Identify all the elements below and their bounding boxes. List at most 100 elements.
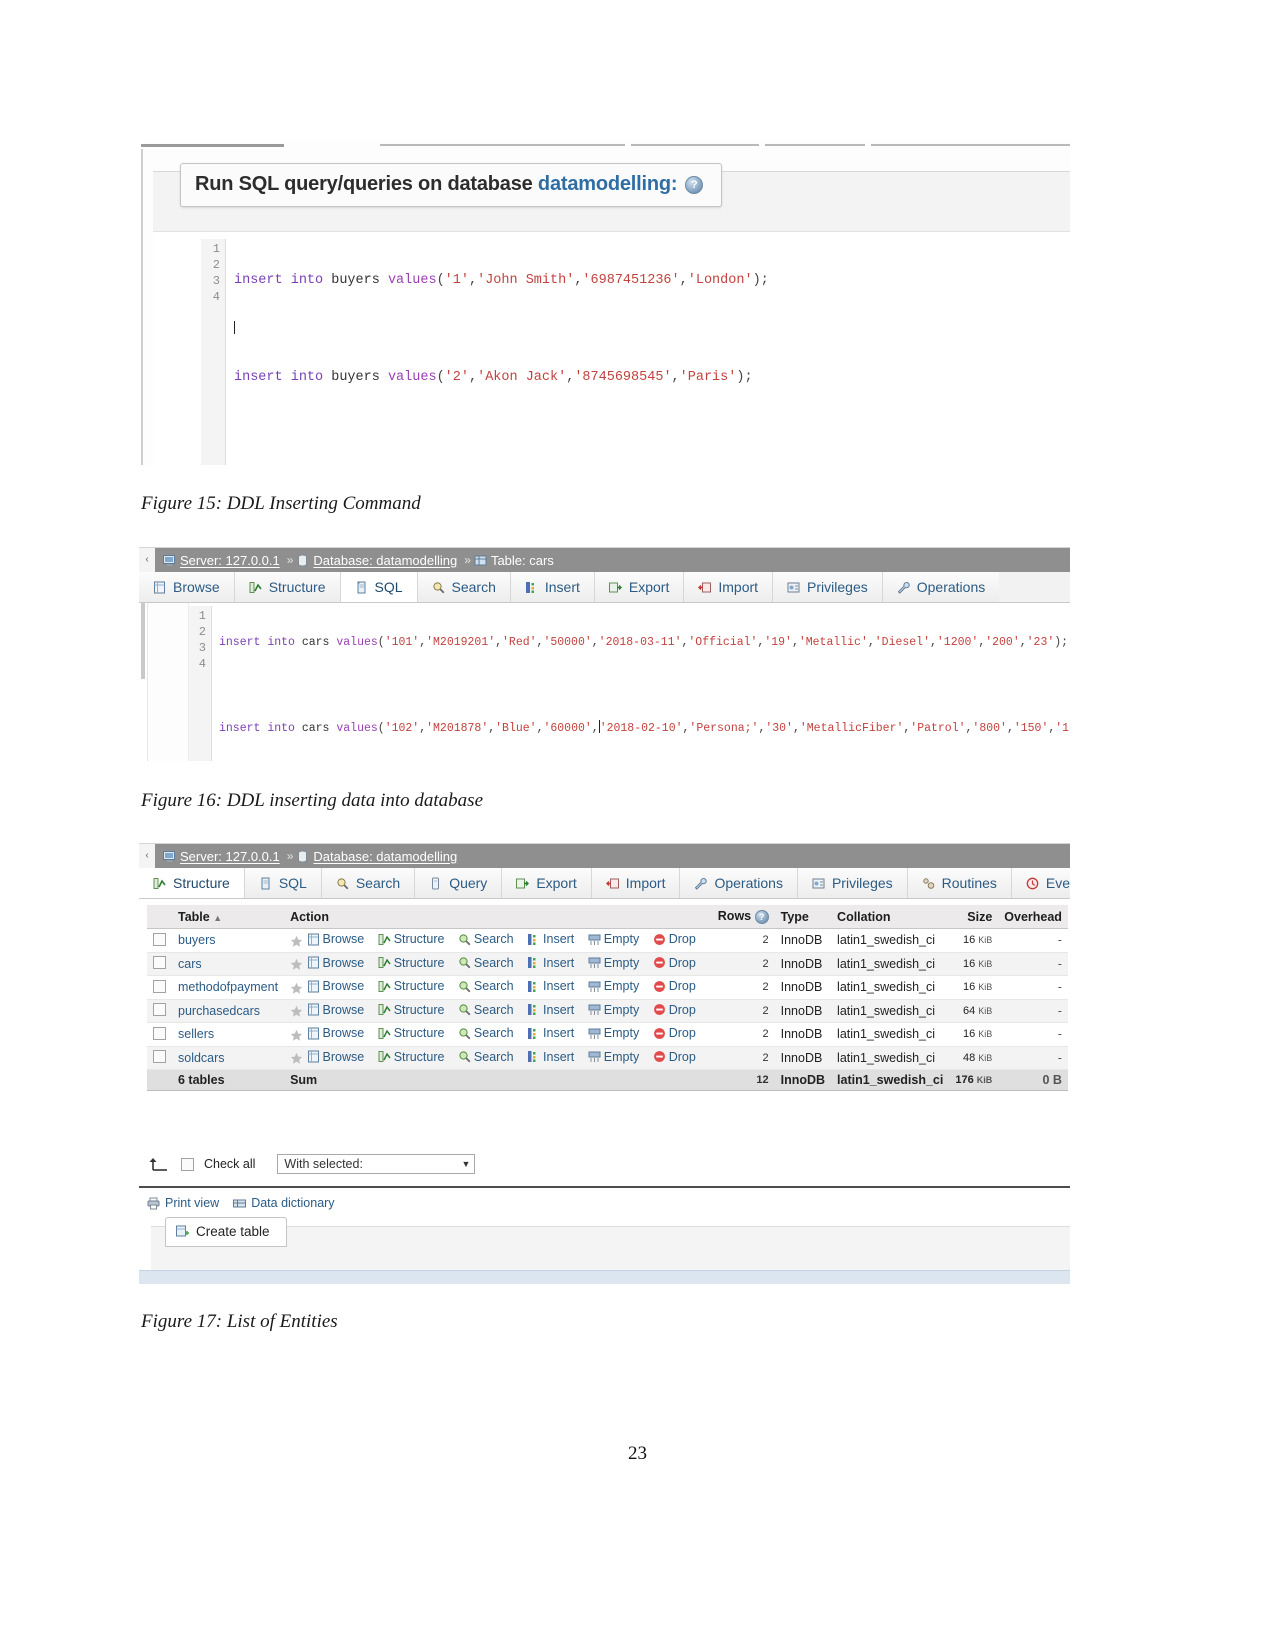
action-structure[interactable]: Structure: [378, 979, 444, 993]
row-select-cell[interactable]: [147, 1022, 172, 1047]
row-select-cell[interactable]: [147, 952, 172, 976]
row-name-cell[interactable]: methodofpayment: [172, 975, 285, 1000]
rows-help-icon[interactable]: ?: [754, 910, 769, 924]
action-empty[interactable]: Empty: [588, 979, 639, 993]
row-checkbox[interactable]: [153, 979, 166, 993]
action-search[interactable]: Search: [458, 1026, 514, 1040]
action-drop[interactable]: Drop: [653, 1050, 696, 1064]
header-size[interactable]: Size: [949, 905, 999, 929]
action-drop[interactable]: Drop: [653, 932, 696, 946]
header-type[interactable]: Type: [774, 905, 832, 929]
header-collation[interactable]: Collation: [831, 905, 950, 929]
tab-insert[interactable]: Insert: [510, 572, 595, 602]
favorite-star-icon[interactable]: [290, 958, 303, 971]
action-structure[interactable]: Structure: [378, 956, 444, 970]
action-insert[interactable]: Insert: [527, 1050, 574, 1064]
row-select-cell[interactable]: [147, 1046, 172, 1070]
tab-routines[interactable]: Routines: [907, 868, 1012, 898]
favorite-star-icon[interactable]: [290, 935, 303, 948]
tab-sql[interactable]: SQL: [244, 868, 322, 898]
tab-search[interactable]: Search: [321, 868, 416, 898]
action-browse[interactable]: Browse: [307, 932, 364, 946]
action-browse[interactable]: Browse: [307, 1026, 364, 1040]
tab-operations[interactable]: Operations: [680, 868, 798, 898]
row-name-cell[interactable]: purchasedcars: [172, 999, 285, 1023]
action-insert[interactable]: Insert: [527, 1026, 574, 1040]
favorite-star-icon[interactable]: [290, 1005, 303, 1018]
header-table[interactable]: Table ▲: [172, 905, 285, 929]
tab-sql[interactable]: SQL: [340, 572, 418, 602]
collapse-sidebar-button[interactable]: ‹: [139, 844, 155, 868]
action-search[interactable]: Search: [458, 956, 514, 970]
action-insert[interactable]: Insert: [527, 956, 574, 970]
row-checkbox[interactable]: [153, 956, 166, 970]
with-selected-dropdown[interactable]: With selected: ▼: [277, 1154, 476, 1174]
row-name-cell[interactable]: cars: [172, 952, 285, 976]
action-empty[interactable]: Empty: [588, 1050, 639, 1064]
action-structure[interactable]: Structure: [378, 1050, 444, 1064]
fig15-sql-code[interactable]: insert into buyers values('1','John Smit…: [234, 241, 769, 418]
vertical-scrollbar-thumb[interactable]: [141, 603, 145, 679]
action-empty[interactable]: Empty: [588, 1003, 639, 1017]
action-search[interactable]: Search: [458, 1050, 514, 1064]
action-empty[interactable]: Empty: [588, 932, 639, 946]
row-checkbox[interactable]: [153, 1026, 166, 1040]
row-select-cell[interactable]: [147, 928, 172, 953]
favorite-star-icon[interactable]: [290, 982, 303, 995]
action-browse[interactable]: Browse: [307, 979, 364, 993]
tab-export[interactable]: Export: [502, 868, 592, 898]
action-structure[interactable]: Structure: [378, 932, 444, 946]
row-name-cell[interactable]: soldcars: [172, 1046, 285, 1070]
action-empty[interactable]: Empty: [588, 1026, 639, 1040]
header-overhead[interactable]: Overhead: [998, 905, 1068, 929]
action-drop[interactable]: Drop: [653, 956, 696, 970]
action-insert[interactable]: Insert: [527, 1003, 574, 1017]
action-search[interactable]: Search: [458, 1003, 514, 1017]
tab-browse[interactable]: Browse: [139, 572, 235, 602]
action-browse[interactable]: Browse: [307, 1050, 364, 1064]
action-drop[interactable]: Drop: [653, 1026, 696, 1040]
help-icon[interactable]: ?: [685, 175, 704, 194]
tab-operations[interactable]: Operations: [882, 572, 1000, 602]
tab-search[interactable]: Search: [417, 572, 511, 602]
action-empty[interactable]: Empty: [588, 956, 639, 970]
tab-import[interactable]: Import: [684, 572, 774, 602]
action-search[interactable]: Search: [458, 932, 514, 946]
action-drop[interactable]: Drop: [653, 1003, 696, 1017]
tab-privileges[interactable]: Privileges: [797, 868, 908, 898]
action-insert[interactable]: Insert: [527, 932, 574, 946]
collapse-sidebar-button[interactable]: ‹: [139, 548, 155, 572]
row-name-cell[interactable]: sellers: [172, 1022, 285, 1047]
tab-structure[interactable]: Structure: [234, 572, 341, 602]
print-view-link[interactable]: Print view: [147, 1196, 219, 1210]
breadcrumb-table[interactable]: Table: cars: [474, 553, 554, 568]
breadcrumb-server[interactable]: Server: 127.0.0.1 »: [163, 553, 296, 568]
header-rows[interactable]: Rows ?: [711, 905, 775, 929]
action-drop[interactable]: Drop: [653, 979, 696, 993]
tab-events[interactable]: Events: [1011, 868, 1070, 898]
action-structure[interactable]: Structure: [378, 1026, 444, 1040]
row-checkbox[interactable]: [153, 932, 166, 946]
fig16-sql-code[interactable]: insert into cars values('101','M2019201'…: [219, 608, 1070, 761]
tab-import[interactable]: Import: [591, 868, 681, 898]
row-select-cell[interactable]: [147, 999, 172, 1023]
tab-privileges[interactable]: Privileges: [773, 572, 883, 602]
row-checkbox[interactable]: [153, 1050, 166, 1064]
action-browse[interactable]: Browse: [307, 1003, 364, 1017]
data-dictionary-link[interactable]: Data dictionary: [233, 1196, 335, 1210]
favorite-star-icon[interactable]: [290, 1029, 303, 1042]
action-structure[interactable]: Structure: [378, 1003, 444, 1017]
favorite-star-icon[interactable]: [290, 1052, 303, 1065]
tab-structure[interactable]: Structure: [139, 868, 245, 898]
action-insert[interactable]: Insert: [527, 979, 574, 993]
row-select-cell[interactable]: [147, 975, 172, 1000]
tab-export[interactable]: Export: [594, 572, 685, 602]
check-all-checkbox[interactable]: [181, 1157, 194, 1171]
row-name-cell[interactable]: buyers: [172, 928, 285, 953]
action-browse[interactable]: Browse: [307, 956, 364, 970]
breadcrumb-database[interactable]: Database: datamodelling »: [296, 553, 474, 568]
tab-query[interactable]: Query: [415, 868, 503, 898]
create-table-tab[interactable]: Create table: [165, 1217, 287, 1247]
breadcrumb-database[interactable]: Database: datamodelling: [296, 849, 457, 864]
action-search[interactable]: Search: [458, 979, 514, 993]
